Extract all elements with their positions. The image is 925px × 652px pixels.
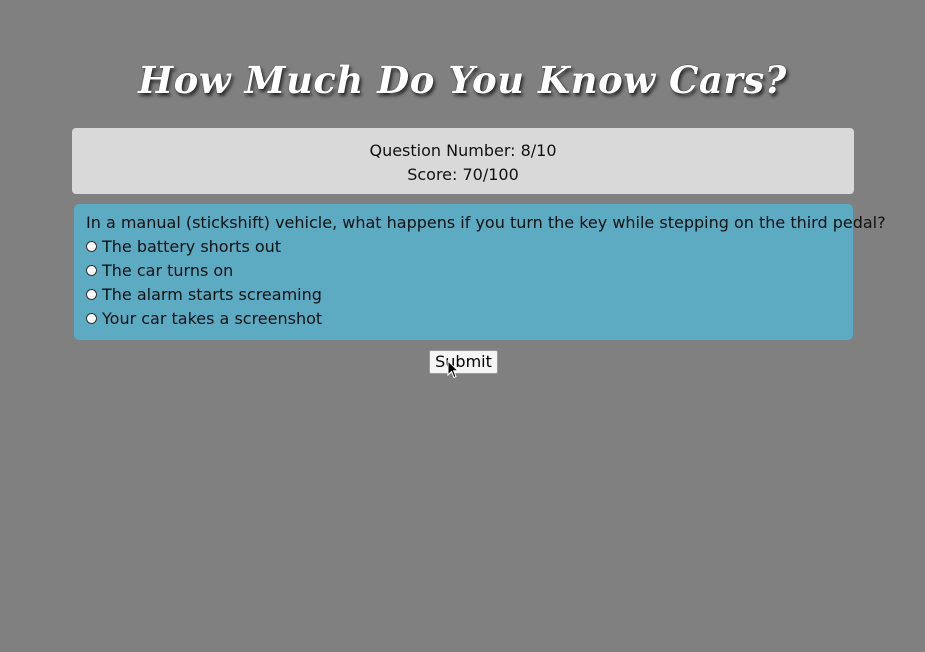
submit-button[interactable]: Submit [429,350,498,374]
radio-button[interactable] [86,288,97,300]
quiz-page: How Much Do You Know Cars? Question Numb… [0,0,925,652]
answer-option[interactable]: Your car takes a screenshot [86,307,853,331]
radio-button[interactable] [86,312,97,324]
radio-button[interactable] [86,264,97,276]
score: Score: 70/100 [407,165,519,184]
answer-option-label[interactable]: The alarm starts screaming [102,283,322,307]
page-title: How Much Do You Know Cars? [138,58,787,102]
answer-option[interactable]: The battery shorts out [86,235,853,259]
question-panel: In a manual (stickshift) vehicle, what h… [74,204,886,340]
answer-option[interactable]: The car turns on [86,259,853,283]
radio-button[interactable] [86,240,97,252]
answer-option[interactable]: The alarm starts screaming [86,283,853,307]
status-panel: Question Number: 8/10 Score: 70/100 [72,128,854,194]
answer-option-label[interactable]: The battery shorts out [102,235,281,259]
question-text: In a manual (stickshift) vehicle, what h… [86,213,886,232]
answer-option-label[interactable]: Your car takes a screenshot [102,307,322,331]
answer-option-label[interactable]: The car turns on [102,259,233,283]
question-number: Question Number: 8/10 [369,141,557,160]
